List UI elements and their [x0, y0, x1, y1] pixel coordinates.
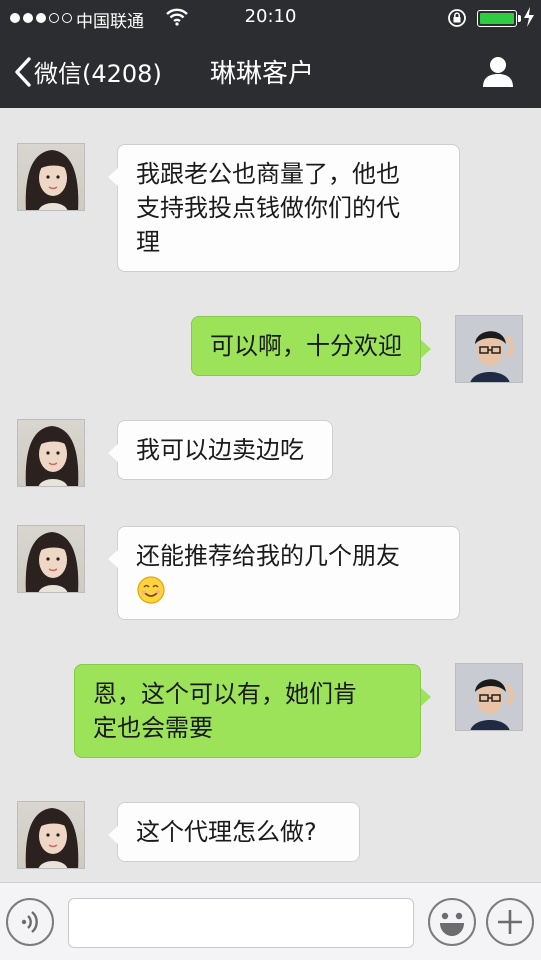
smiling-face-emoji — [136, 573, 441, 607]
bubble-tail — [108, 550, 118, 568]
incoming-message-bubble[interactable]: 这个代理怎么做? — [117, 802, 360, 862]
message-line: 理 — [136, 228, 160, 256]
my-avatar[interactable] — [455, 315, 523, 383]
message-line: 定也会需要 — [93, 714, 213, 742]
message-line: 支持我投点钱做你们的代 — [136, 194, 400, 222]
lock-rotation-icon — [447, 8, 467, 33]
message-line: 恩，这个可以有，她们肯 — [93, 680, 357, 708]
contact-avatar[interactable] — [17, 419, 85, 487]
contact-profile-icon — [483, 57, 513, 87]
incoming-message-bubble[interactable]: 我跟老公也商量了，他也 支持我投点钱做你们的代理 — [117, 144, 460, 272]
back-label: 微信(4208) — [34, 60, 162, 88]
incoming-message-bubble[interactable]: 还能推荐给我的几个朋友 — [117, 526, 460, 620]
voice-button[interactable] — [6, 898, 54, 946]
bubble-tail — [108, 826, 118, 844]
outgoing-message-bubble[interactable]: 恩，这个可以有，她们肯 定也会需要 — [74, 664, 421, 758]
plus-button[interactable] — [486, 898, 534, 946]
message-input[interactable] — [68, 898, 414, 948]
voice-icon — [21, 911, 38, 933]
battery-icon — [477, 10, 517, 27]
bubble-tail — [421, 688, 431, 706]
emoji-icon — [440, 912, 464, 936]
incoming-message-bubble[interactable]: 我可以边卖边吃 — [117, 420, 333, 480]
bubble-tail — [108, 444, 118, 462]
battery-tip — [518, 15, 521, 22]
charging-icon — [523, 7, 535, 31]
bubble-tail — [421, 340, 431, 358]
plus-icon — [498, 910, 522, 934]
status-bar: 中国联通 20:10 — [0, 0, 541, 36]
emoji-button[interactable] — [428, 898, 476, 946]
chat-title: 琳琳客户 — [210, 59, 315, 89]
contact-avatar[interactable] — [17, 525, 85, 593]
back-button[interactable]: 微信(4208) — [14, 54, 162, 89]
outgoing-message-bubble[interactable]: 可以啊，十分欢迎 — [191, 316, 421, 376]
message-line: 还能推荐给我的几个朋友 — [136, 542, 400, 570]
message-line: 我可以边卖边吃 — [136, 436, 304, 464]
message-line: 这个代理怎么做? — [136, 818, 317, 846]
contact-avatar[interactable] — [17, 143, 85, 211]
chat-area: 我跟老公也商量了，他也 支持我投点钱做你们的代理可以啊，十分欢迎我可以边卖边吃还能… — [0, 108, 541, 882]
my-avatar[interactable] — [455, 663, 523, 731]
contact-profile-button[interactable] — [480, 54, 516, 90]
nav-bar: 微信(4208) 琳琳客户 — [0, 36, 541, 108]
back-chevron-icon — [14, 56, 32, 87]
contact-avatar[interactable] — [17, 801, 85, 869]
message-line: 我跟老公也商量了，他也 — [136, 160, 400, 188]
bubble-tail — [108, 168, 118, 186]
input-bar — [0, 882, 541, 960]
message-line: 可以啊，十分欢迎 — [210, 332, 402, 360]
